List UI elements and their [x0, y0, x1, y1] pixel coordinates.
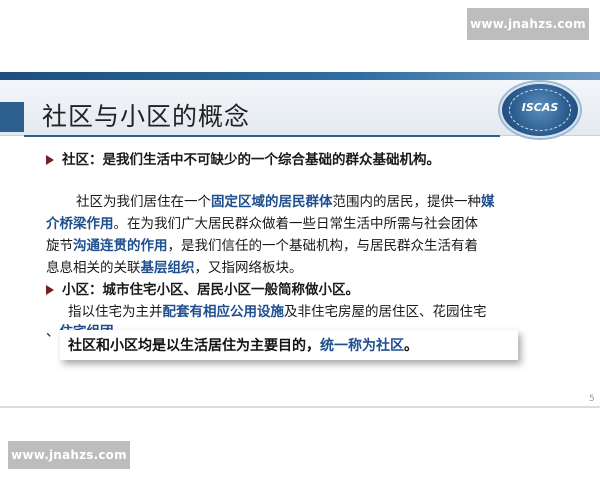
slide-title: 社区与小区的概念 — [42, 102, 251, 131]
para2-text: 及非住宅房屋的居住区、花园住宅 — [284, 304, 487, 320]
callout-text-end: 。 — [404, 338, 418, 354]
bullet-arrow-icon — [46, 155, 54, 165]
bullet-community: 社区：是我们生活中不可缺少的一个综合基础的群众基础机构。 — [46, 150, 440, 170]
para2-line1: 指以住宅为主并配套有相应公用设施及非住宅房屋的居住区、花园住宅 — [68, 302, 487, 322]
title-underline — [24, 135, 500, 137]
logo-text: ISCAS — [521, 101, 559, 114]
para1-text: ，又指网络板块。 — [194, 260, 303, 276]
summary-callout: 社区和小区均是以生活居住为主要目的，统一称为社区。 — [60, 330, 518, 360]
para1-text: 息息相关的关联 — [46, 260, 141, 276]
slide-number: 5 — [589, 394, 595, 404]
para1-highlight: 沟通连贯的作用 — [73, 238, 168, 254]
slide-bottom-line — [0, 406, 600, 408]
bullet-subdistrict: 小区：城市住宅小区、居民小区一般简称做小区。 — [46, 280, 359, 300]
callout-highlight: 统一称为社区 — [320, 338, 404, 354]
slide-top-band — [0, 72, 600, 80]
callout-text: 社区和小区均是以生活居住为主要目的，统一称为社区。 — [68, 335, 418, 355]
slide: 社区与小区的概念 ISCAS 社区：是我们生活中不可缺少的一个综合基础的群众基础… — [0, 72, 600, 408]
para1-line1: 社区为我们居住在一个固定区域的居民群体范围内的居民，提供一种媒 — [76, 192, 495, 212]
para1-highlight: 介桥梁作用 — [46, 216, 114, 232]
para1-text: 范围内的居民，提供一种 — [332, 194, 482, 210]
bullet-community-text: 是我们生活中不可缺少的一个综合基础的群众基础机构。 — [102, 152, 441, 168]
para2-highlight: 配套有相应公用设施 — [162, 304, 285, 320]
para1-text: 旋节 — [46, 238, 73, 254]
para1-text: 社区为我们居住在一个 — [76, 194, 211, 210]
para1-line3: 旋节沟通连贯的作用，是我们信任的一个基础机构，与居民群众生活有着 — [46, 236, 478, 256]
bullet-community-term: 社区： — [62, 152, 103, 168]
bullet-arrow-icon — [46, 285, 54, 295]
callout-text-main: 社区和小区均是以生活居住为主要目的， — [68, 338, 320, 354]
para1-line2: 介桥梁作用。在为我们广大居民群众做着一些日常生活中所需与社会团体 — [46, 214, 478, 234]
bullet-subdistrict-text: 小区：城市住宅小区、居民小区一般简称做小区。 — [62, 282, 359, 298]
para1-highlight: 固定区域的居民群体 — [211, 194, 333, 210]
para2-text: 指以住宅为主并 — [68, 304, 163, 320]
title-accent — [0, 102, 24, 132]
watermark-bottom: www.jnahzs.com — [8, 441, 130, 469]
para1-line4: 息息相关的关联基层组织，又指网络板块。 — [46, 258, 303, 278]
watermark-top: www.jnahzs.com — [467, 8, 589, 40]
para1-highlight: 基层组织 — [140, 260, 195, 276]
para1-highlight: 媒 — [481, 194, 495, 210]
para1-text: ，是我们信任的一个基础机构，与居民群众生活有着 — [167, 238, 479, 254]
para1-text: 。在为我们广大居民群众做着一些日常生活中所需与社会团体 — [113, 216, 479, 232]
para2-text: 、 — [46, 324, 60, 340]
iscas-logo: ISCAS — [500, 82, 580, 138]
